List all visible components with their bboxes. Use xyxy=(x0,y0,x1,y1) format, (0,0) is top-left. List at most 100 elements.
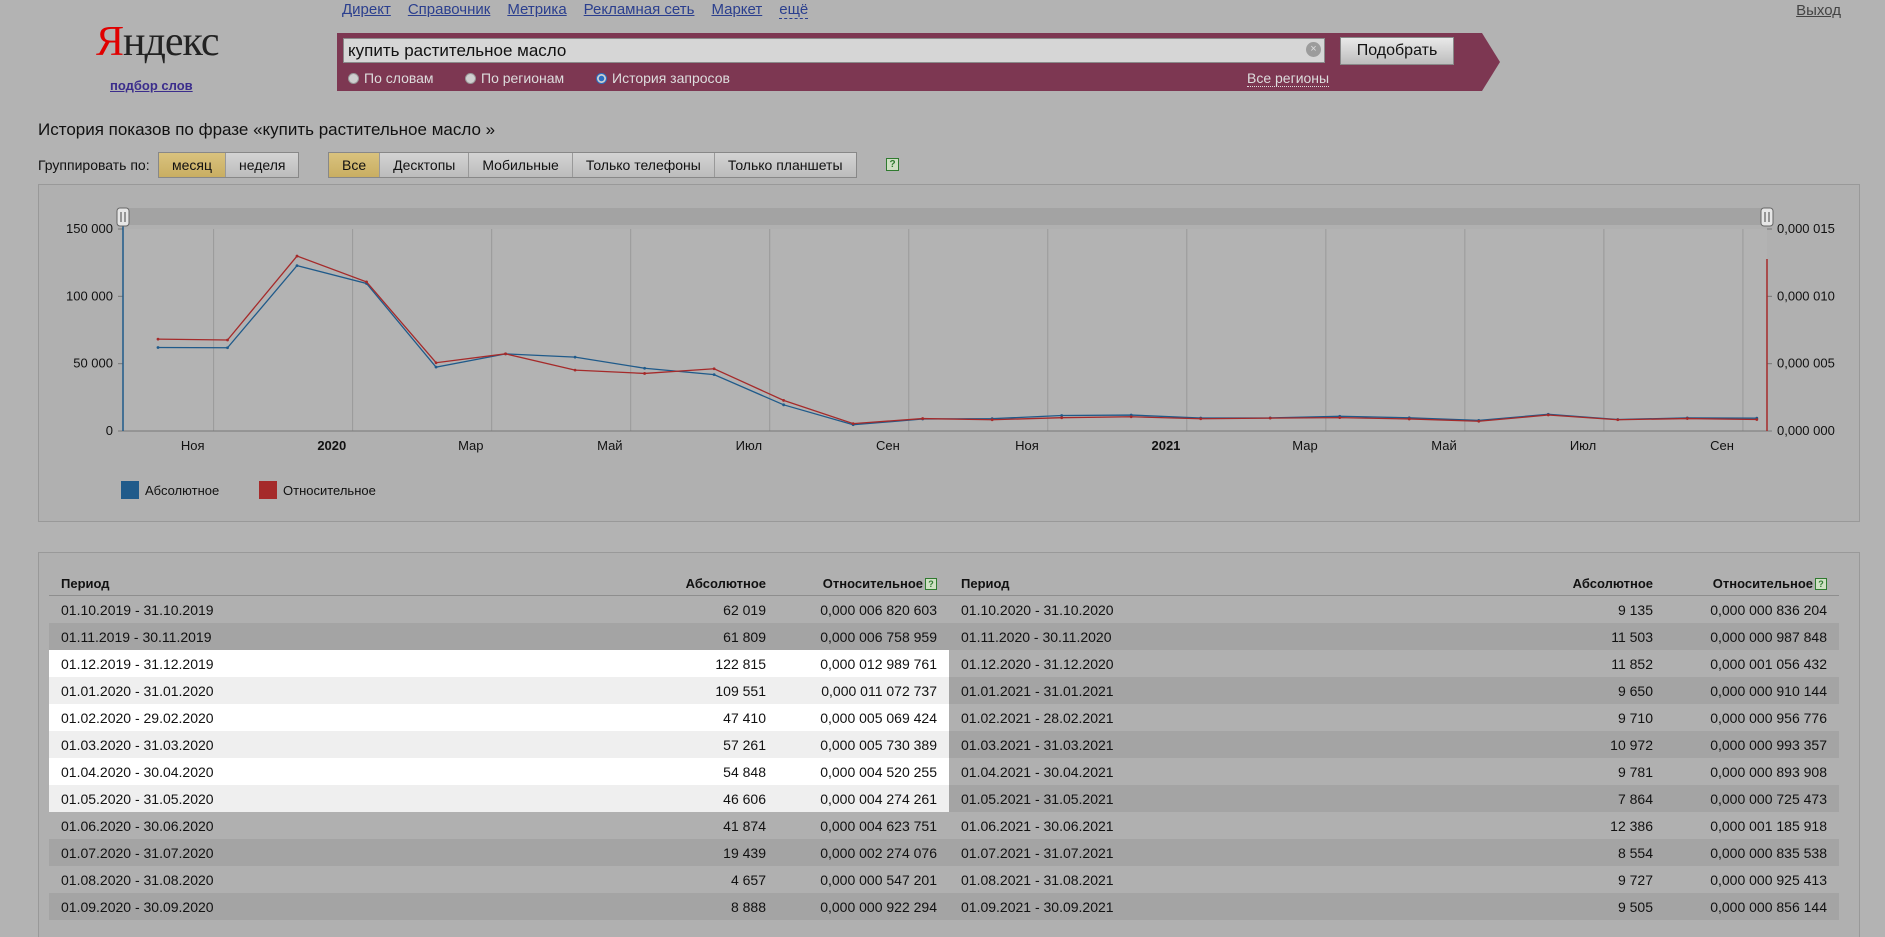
period-cell: 01.05.2020 - 31.05.2020 xyxy=(49,785,609,812)
logout-link[interactable]: Выход xyxy=(1796,2,1841,19)
nav-link-direct[interactable]: Директ xyxy=(342,1,391,19)
help-icon[interactable]: ? xyxy=(886,158,899,171)
mode-history[interactable]: История запросов xyxy=(596,70,730,86)
data-point xyxy=(434,361,438,365)
table-row: 01.06.2020 - 30.06.2020 41 874 0,000 004 6… xyxy=(49,812,949,839)
radio-icon[interactable] xyxy=(348,72,359,84)
table-row: 01.11.2020 - 30.11.2020 11 503 0,000 000 9… xyxy=(949,623,1839,650)
x-tick-label: Мар xyxy=(458,438,483,453)
col-relative: Относительное? xyxy=(766,571,949,596)
logo-subtitle-link[interactable]: подбор слов xyxy=(110,78,193,93)
period-cell: 01.10.2020 - 31.10.2020 xyxy=(961,601,1114,618)
range-navigator[interactable] xyxy=(123,208,1767,225)
legend-swatch[interactable] xyxy=(259,481,277,499)
device-phones[interactable]: Только телефоны xyxy=(573,153,715,177)
regions-link[interactable]: Все регионы xyxy=(1247,70,1330,87)
help-icon[interactable]: ? xyxy=(925,578,937,591)
data-point xyxy=(1338,416,1342,420)
period-cell: 01.11.2019 - 30.11.2019 xyxy=(49,623,609,650)
device-all[interactable]: Все xyxy=(329,153,381,177)
legend-swatch[interactable] xyxy=(121,481,139,499)
table-row: 01.10.2020 - 31.10.2020 9 135 0,000 000 83… xyxy=(949,596,1839,624)
relative-cell: 0,000 001 185 918 xyxy=(1710,817,1827,834)
table-row: 01.09.2020 - 30.09.2020 8 888 0,000 000 92… xyxy=(49,893,949,920)
nav-link-help[interactable]: Справочник xyxy=(408,1,491,19)
mode-by-regions[interactable]: По регионам xyxy=(465,70,564,86)
nav-link-market[interactable]: Маркет xyxy=(711,1,762,19)
radio-selected-icon[interactable] xyxy=(596,72,607,84)
data-point xyxy=(504,352,507,356)
absolute-cell: 8 554 xyxy=(1509,839,1653,866)
group-by-label: Группировать по: xyxy=(38,157,150,173)
absolute-cell: 7 864 xyxy=(1509,785,1653,812)
table-row: 01.11.2019 - 30.11.2019 61 809 0,000 006 7… xyxy=(49,623,949,650)
data-point xyxy=(1477,419,1481,423)
data-point xyxy=(1616,418,1620,422)
data-point xyxy=(434,365,438,369)
data-point xyxy=(1060,416,1064,420)
data-point xyxy=(156,346,160,349)
period-cell: 01.04.2020 - 30.04.2020 xyxy=(49,758,609,785)
y-right-tick-label: 0,000 005 xyxy=(1777,356,1835,371)
table-row: 01.09.2021 - 30.09.2021 9 505 0,000 000 85… xyxy=(949,893,1839,920)
data-point xyxy=(1199,417,1203,421)
table-row: 01.02.2021 - 28.02.2021 9 710 0,000 000 95… xyxy=(949,704,1839,731)
period-cell: 01.08.2020 - 31.08.2020 xyxy=(61,871,214,888)
x-tick-label: Май xyxy=(597,438,622,453)
table-row: 01.02.2020 - 29.02.2020 47 410 0,000 005 0… xyxy=(49,704,949,731)
relative-cell: 0,000 000 910 144 xyxy=(1653,677,1839,704)
x-tick-label: Июл xyxy=(1570,438,1596,453)
plot-area xyxy=(123,229,1767,431)
chart-panel: Ноя 2020 Мар Май Июл Сен Ноя 2021 Мар Май Июл Сен 0 5… xyxy=(38,184,1860,522)
data-point xyxy=(712,373,716,377)
group-by-month[interactable]: месяц xyxy=(159,153,227,177)
help-icon[interactable]: ? xyxy=(1815,578,1827,591)
data-point xyxy=(1685,417,1689,420)
history-table-left: Период Абсолютное Относительное? 01.10.2… xyxy=(49,571,949,920)
nav-link-ad-network[interactable]: Рекламная сеть xyxy=(584,1,695,19)
absolute-cell: 9 710 xyxy=(1617,709,1653,726)
table-row: 01.04.2021 - 30.04.2021 9 781 0,000 000 89… xyxy=(949,758,1839,785)
relative-cell: 0,000 011 072 737 xyxy=(766,677,949,704)
relative-cell: 0,000 004 274 261 xyxy=(766,785,949,812)
range-handle-left[interactable] xyxy=(116,207,130,227)
nav-link-metrika[interactable]: Метрика xyxy=(507,1,566,19)
absolute-cell: 61 809 xyxy=(609,623,766,650)
y-left-tick-label: 0 xyxy=(106,423,113,438)
mode-by-words[interactable]: По словам xyxy=(348,70,434,86)
period-cell: 01.01.2020 - 31.01.2020 xyxy=(49,677,609,704)
x-tick-label: Ноя xyxy=(1015,438,1039,453)
table-row: 01.12.2019 - 31.12.2019 122 815 0,000 012 … xyxy=(49,650,949,677)
relative-cell: 0,000 000 547 201 xyxy=(820,871,937,888)
radio-icon[interactable] xyxy=(465,72,476,84)
absolute-cell: 109 551 xyxy=(609,677,766,704)
relative-cell: 0,000 005 069 424 xyxy=(766,704,949,731)
range-handle-right[interactable] xyxy=(1760,207,1774,227)
search-input[interactable] xyxy=(343,38,1325,63)
legend-label[interactable]: Абсолютное xyxy=(145,483,219,498)
nav-link-more[interactable]: ещё xyxy=(779,1,809,19)
yandex-logo[interactable]: Яндекс xyxy=(96,18,220,66)
table-row: 01.08.2020 - 31.08.2020 4 657 0,000 000 54… xyxy=(49,866,949,893)
period-cell: 01.06.2020 - 30.06.2020 xyxy=(61,817,214,834)
absolute-cell: 62 019 xyxy=(723,601,766,618)
x-tick-label: Сен xyxy=(1710,438,1734,453)
data-point xyxy=(1755,418,1759,421)
table-header-row: Период Абсолютное Относительное? xyxy=(49,571,949,596)
device-mobile[interactable]: Мобильные xyxy=(469,153,573,177)
clear-icon[interactable]: × xyxy=(1306,42,1321,57)
absolute-cell: 12 386 xyxy=(1610,817,1653,834)
period-cell: 01.02.2020 - 29.02.2020 xyxy=(49,704,609,731)
table-panel: Период Абсолютное Относительное? 01.10.2… xyxy=(38,552,1860,937)
legend-label[interactable]: Относительное xyxy=(283,483,376,498)
table-row: 01.01.2020 - 31.01.2020 109 551 0,000 011 … xyxy=(49,677,949,704)
absolute-cell: 10 972 xyxy=(1509,731,1653,758)
device-tablets[interactable]: Только планшеты xyxy=(715,153,856,177)
x-tick-label: Мар xyxy=(1292,438,1317,453)
group-by-week[interactable]: неделя xyxy=(226,153,298,177)
relative-cell: 0,000 000 993 357 xyxy=(1653,731,1839,758)
y-left-tick-label: 50 000 xyxy=(73,356,113,371)
device-desktop[interactable]: Десктопы xyxy=(380,153,470,177)
period-cell: 01.12.2019 - 31.12.2019 xyxy=(49,650,609,677)
search-submit-button[interactable]: Подобрать xyxy=(1340,37,1454,65)
